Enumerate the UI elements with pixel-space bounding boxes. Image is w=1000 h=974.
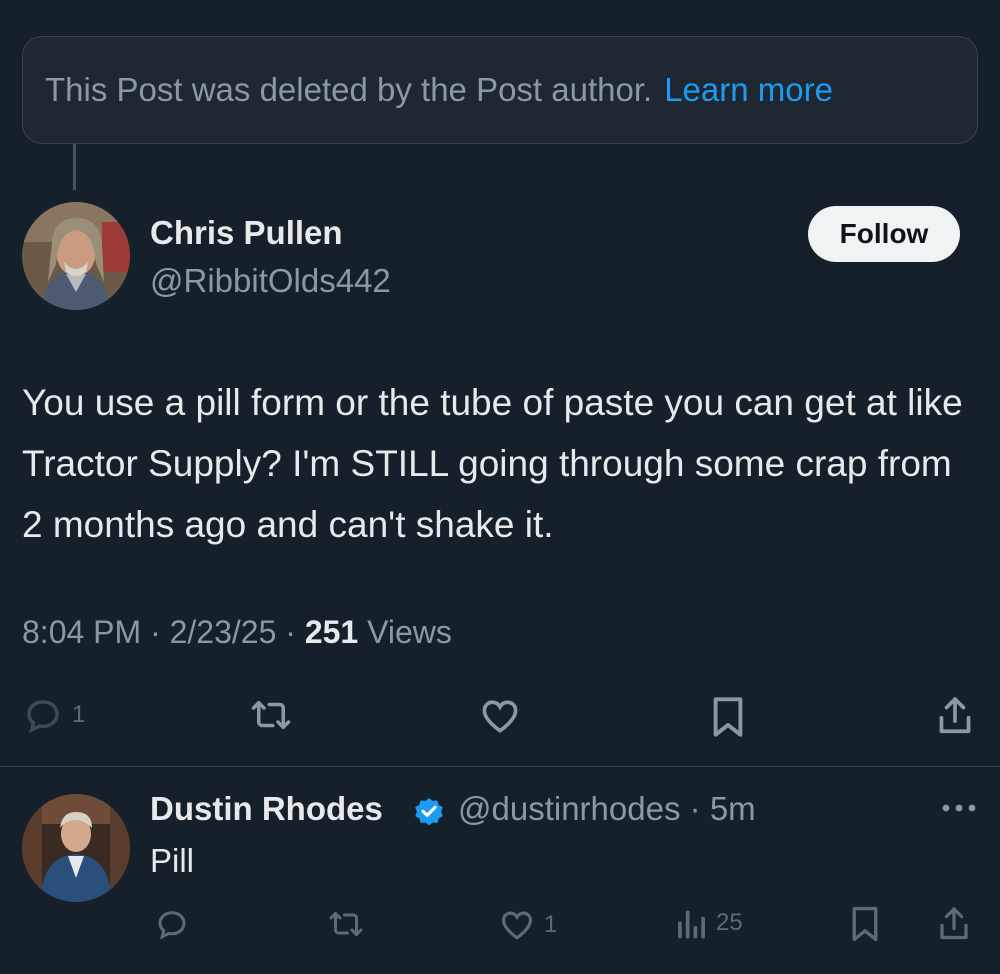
- reply-bookmark-button[interactable]: [848, 904, 882, 944]
- reply-author-name[interactable]: Dustin Rhodes: [150, 790, 383, 828]
- meta-separator: ·: [689, 790, 701, 827]
- share-button[interactable]: [934, 694, 976, 738]
- reply-reply-button[interactable]: [154, 906, 190, 942]
- divider: [0, 766, 1000, 767]
- reply-like-count: 1: [544, 911, 558, 938]
- more-icon[interactable]: [940, 796, 978, 820]
- meta-separator: ·: [285, 614, 296, 650]
- post-text: You use a pill form or the tube of paste…: [22, 382, 963, 545]
- follow-button[interactable]: Follow: [808, 206, 960, 262]
- verified-badge-icon: [415, 797, 443, 826]
- post-meta: 8:04 PM · 2/23/25 · 251 Views: [22, 614, 452, 651]
- bookmark-button[interactable]: [708, 694, 748, 740]
- post-date[interactable]: 2/23/25: [170, 614, 277, 650]
- reply-count: 1: [72, 701, 86, 728]
- reply-author-avatar[interactable]: [22, 794, 130, 902]
- like-button[interactable]: [478, 694, 522, 738]
- author-handle[interactable]: @RibbitOlds442: [150, 262, 391, 300]
- retweet-button[interactable]: [248, 694, 294, 736]
- heart-icon: [482, 700, 518, 733]
- reply-meta: @dustinrhodes · 5m: [458, 790, 756, 828]
- reply-retweet-button[interactable]: [326, 906, 366, 942]
- deleted-post-notice: This Post was deleted by the Post author…: [22, 36, 978, 144]
- heart-icon: [501, 911, 533, 940]
- retweet-icon: [329, 912, 363, 936]
- learn-more-link[interactable]: Learn more: [664, 71, 833, 109]
- reply-like-button[interactable]: 1: [498, 906, 557, 944]
- author-avatar[interactable]: [22, 202, 130, 310]
- reply-text: Pill: [150, 842, 195, 879]
- views-bar-chart-icon: [678, 910, 705, 939]
- retweet-icon: [251, 701, 291, 729]
- share-icon: [939, 697, 971, 734]
- comment-icon: [27, 700, 59, 734]
- reply-share-button[interactable]: [936, 904, 972, 944]
- reply-time[interactable]: 5m: [710, 790, 756, 827]
- meta-separator: ·: [150, 614, 161, 650]
- share-icon: [940, 907, 968, 940]
- reply-button[interactable]: 1: [22, 694, 85, 736]
- reply-views-button[interactable]: 25: [676, 906, 743, 940]
- post-time[interactable]: 8:04 PM: [22, 614, 141, 650]
- deleted-notice-text: This Post was deleted by the Post author…: [45, 71, 653, 108]
- author-name[interactable]: Chris Pullen: [150, 214, 343, 252]
- reply-author-handle[interactable]: @dustinrhodes: [458, 790, 680, 827]
- reply-views-count: 25: [716, 909, 743, 936]
- comment-icon: [158, 911, 186, 940]
- thread-connector-line: [73, 144, 76, 190]
- bookmark-icon: [713, 697, 743, 737]
- bookmark-icon: [852, 906, 878, 942]
- views-label: Views: [367, 614, 452, 650]
- views-count: 251: [304, 614, 359, 650]
